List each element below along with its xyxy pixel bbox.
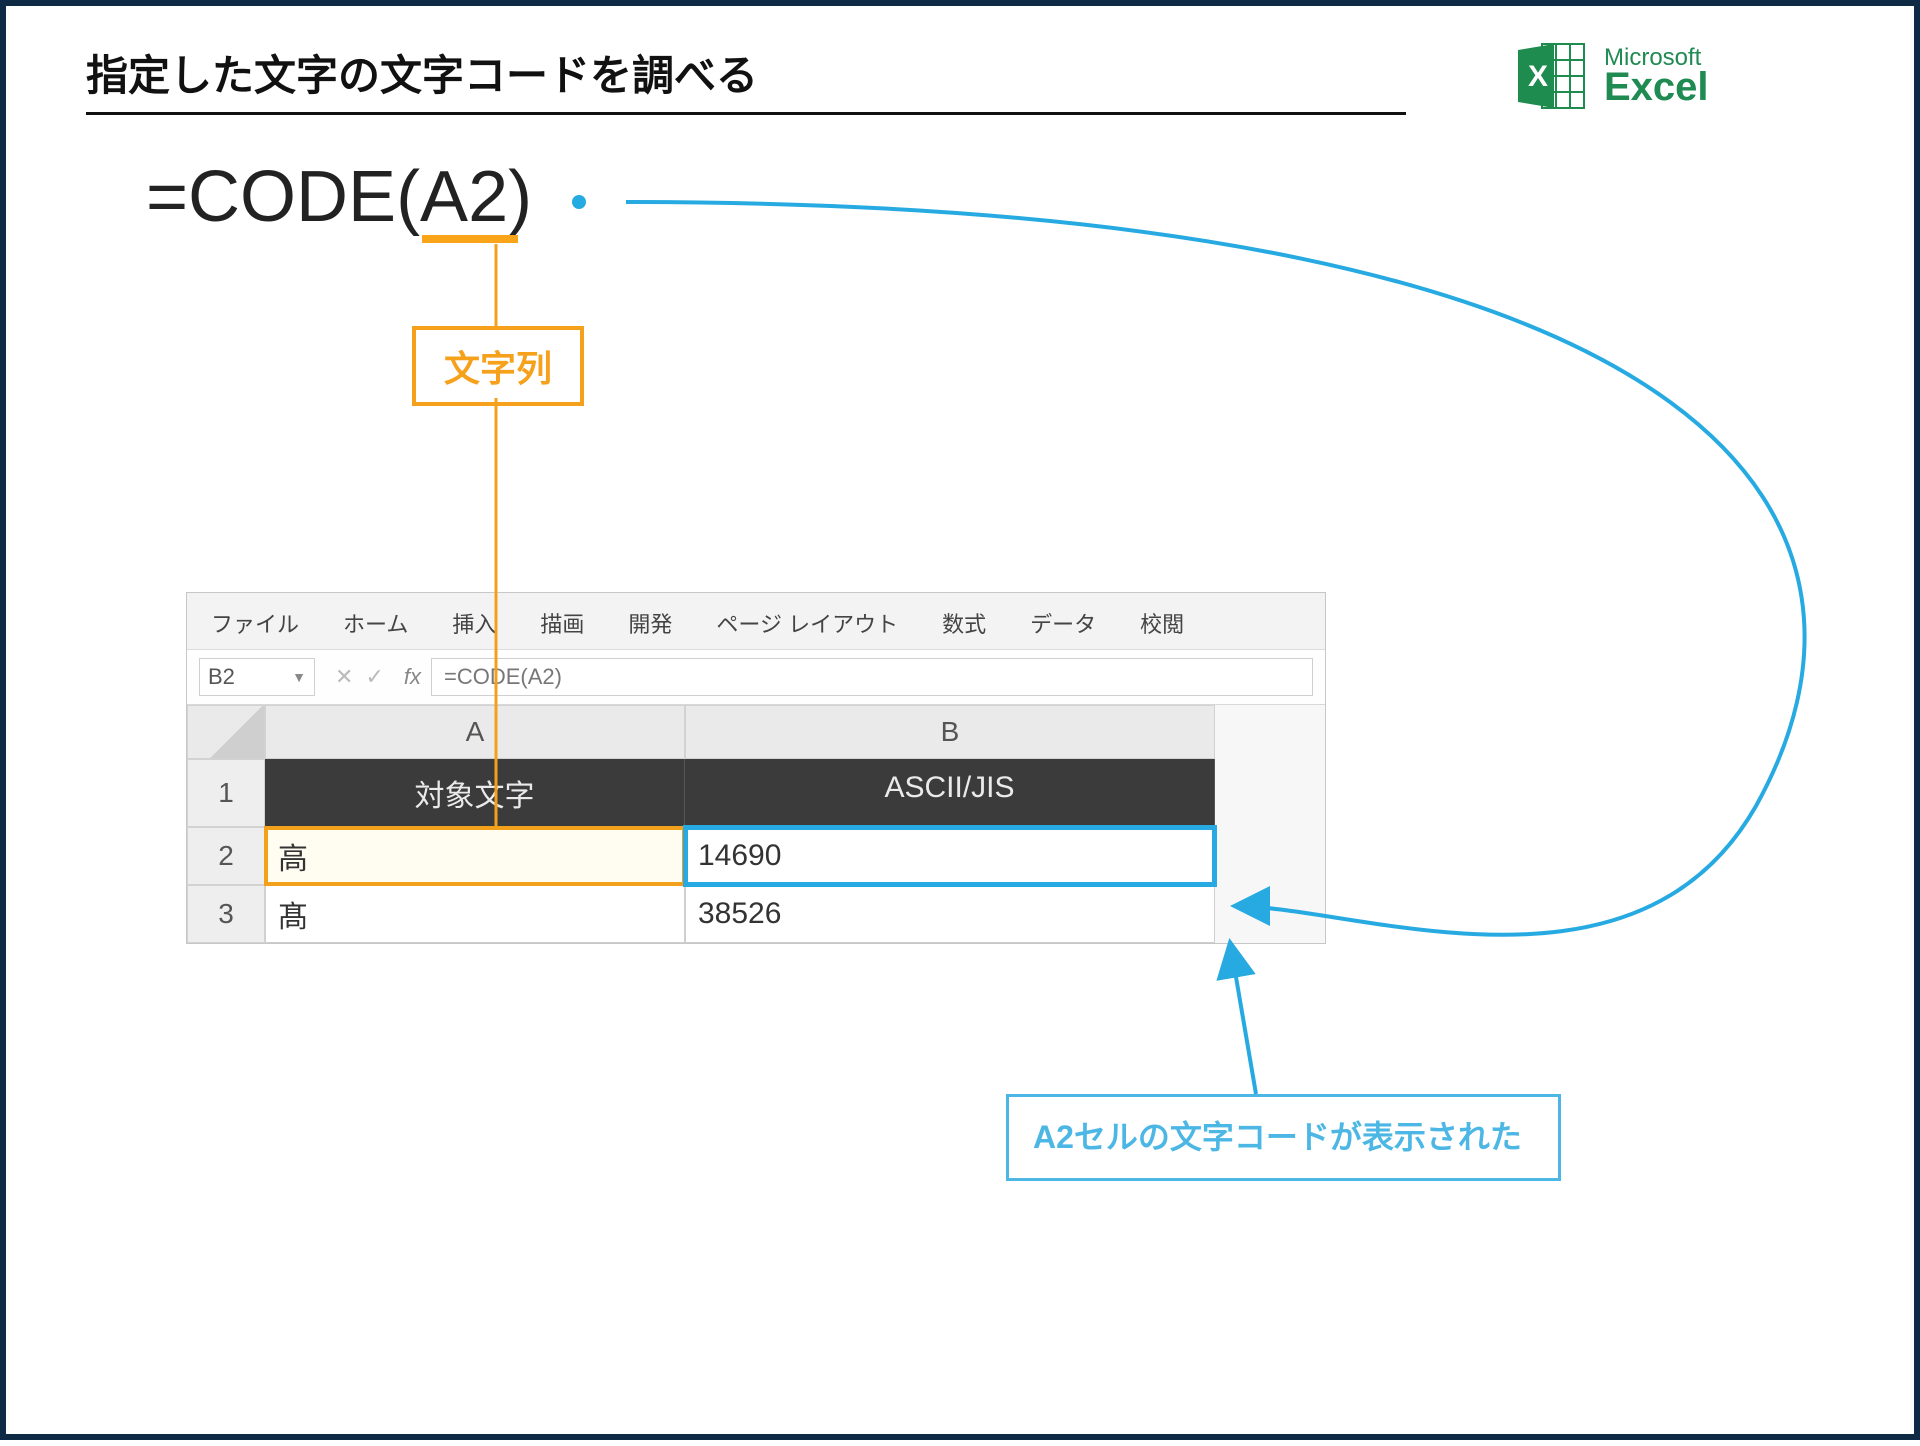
tab-home[interactable]: ホーム bbox=[343, 607, 408, 639]
spreadsheet-grid: A B 1 対象文字 ASCII/JIS 2 高 14690 3 髙 38526 bbox=[187, 705, 1325, 943]
fx-icon[interactable]: fx bbox=[404, 664, 421, 690]
title-underline bbox=[86, 112, 1406, 115]
excel-logo: X Microsoft Excel bbox=[1514, 36, 1834, 116]
row-header-3[interactable]: 3 bbox=[187, 885, 265, 943]
tab-dev[interactable]: 開発 bbox=[628, 607, 672, 639]
formula-bar-row: B2 ▼ ✕ ✓ fx =CODE(A2) bbox=[187, 650, 1325, 705]
select-all-corner[interactable] bbox=[187, 705, 265, 759]
formula-bar-input[interactable]: =CODE(A2) bbox=[431, 658, 1313, 696]
formula-suffix: ) bbox=[508, 157, 532, 237]
tab-draw[interactable]: 描画 bbox=[540, 607, 584, 639]
formula-prefix: =CODE( bbox=[146, 157, 420, 237]
formula-arg-underline bbox=[422, 235, 518, 243]
name-box-value: B2 bbox=[208, 664, 235, 690]
tab-formulas[interactable]: 数式 bbox=[942, 607, 986, 639]
svg-text:X: X bbox=[1528, 60, 1548, 93]
formula-arg: A2 bbox=[420, 157, 508, 237]
chevron-down-icon: ▼ bbox=[292, 669, 306, 685]
tab-layout[interactable]: ページ レイアウト bbox=[716, 607, 898, 639]
callout-string-arg: 文字列 bbox=[412, 326, 584, 406]
connector-callout-to-cell bbox=[1230, 942, 1256, 1094]
cancel-icon[interactable]: ✕ bbox=[335, 664, 353, 690]
col-header-a[interactable]: A bbox=[265, 705, 685, 759]
excel-logo-icon: X bbox=[1514, 38, 1590, 114]
ribbon-tabs: ファイル ホーム 挿入 描画 開発 ページ レイアウト 数式 データ 校閲 bbox=[187, 593, 1325, 650]
excel-window: ファイル ホーム 挿入 描画 開発 ページ レイアウト 数式 データ 校閲 B2… bbox=[186, 592, 1326, 944]
cell-a1[interactable]: 対象文字 bbox=[265, 759, 685, 827]
row-header-2[interactable]: 2 bbox=[187, 827, 265, 885]
tab-data[interactable]: データ bbox=[1030, 607, 1096, 639]
row-header-1[interactable]: 1 bbox=[187, 759, 265, 827]
tab-file[interactable]: ファイル bbox=[211, 607, 299, 639]
cell-b3[interactable]: 38526 bbox=[685, 885, 1215, 943]
cell-a3[interactable]: 髙 bbox=[265, 885, 685, 943]
tab-review[interactable]: 校閲 bbox=[1140, 607, 1184, 639]
formula-endpoint-dot bbox=[572, 195, 586, 209]
cell-b1[interactable]: ASCII/JIS bbox=[685, 759, 1215, 827]
main-formula: =CODE(A2) bbox=[146, 156, 586, 238]
name-box[interactable]: B2 ▼ bbox=[199, 658, 315, 696]
enter-icon[interactable]: ✓ bbox=[365, 664, 383, 690]
logo-excel-text: Excel bbox=[1604, 69, 1709, 106]
tab-insert[interactable]: 挿入 bbox=[452, 607, 496, 639]
slide-header: 指定した文字の文字コードを調べる X Microsoft Excel bbox=[86, 42, 1834, 112]
col-header-b[interactable]: B bbox=[685, 705, 1215, 759]
cell-a2[interactable]: 高 bbox=[265, 827, 685, 885]
callout-result: A2セルの文字コードが表示された bbox=[1006, 1094, 1561, 1181]
cell-b2[interactable]: 14690 bbox=[685, 827, 1215, 885]
